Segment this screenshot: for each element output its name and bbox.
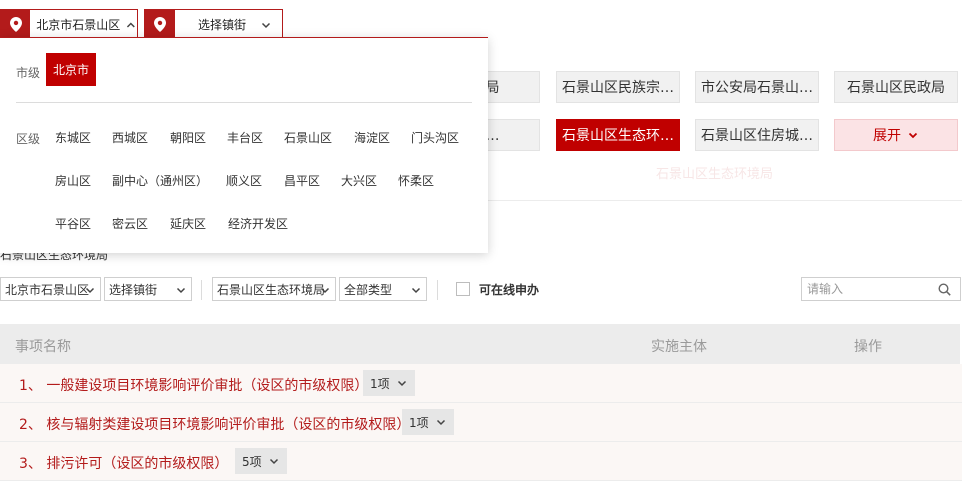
item-count: 1项 [409,415,429,430]
district-option-mentougou[interactable]: 门头沟区 [411,129,459,146]
district-option-shunyi[interactable]: 顺义区 [226,172,262,189]
chevron-down-icon [85,287,95,294]
district-level-label: 区级 [16,132,41,146]
dept-filter-value: 石景山区生态环境局 [217,282,326,297]
item-count: 5项 [242,454,262,469]
filter-divider [201,280,202,300]
chevron-down-icon [320,287,330,294]
district-option-pinggu[interactable]: 平谷区 [55,215,91,232]
dept-tooltip-ghost: 石景山区生态环境局 [656,167,774,182]
city-filter-select[interactable]: 北京市石景山区 [0,277,101,301]
filter-divider [437,280,438,300]
search-box [801,277,961,301]
district-option-yanqing[interactable]: 延庆区 [170,215,206,232]
item-count-toggle[interactable]: 1项 [363,370,415,396]
city-selector-value: 北京市石景山区 [36,18,121,32]
expand-button[interactable]: 展开 [834,119,958,151]
city-level-label: 市级 [16,66,41,80]
chevron-down-icon [411,287,421,294]
item-count-toggle[interactable]: 1项 [402,409,454,435]
district-option-huairou[interactable]: 怀柔区 [398,172,434,189]
district-option-dongcheng[interactable]: 东城区 [55,129,91,146]
district-option-xicheng[interactable]: 西城区 [112,129,148,146]
online-apply-checkbox[interactable] [456,282,470,296]
district-option-shijingshan[interactable]: 石景山区 [284,129,332,146]
table-row: 2、 核与辐射类建设项目环境影响评价审批（设区的市级权限） 1项 [0,403,962,442]
table-header: 事项名称 实施主体 操作 [0,324,960,364]
street-filter-select[interactable]: 选择镇街 [104,277,192,301]
dept-button-zhufang[interactable]: 石景山区住房城… [695,119,819,151]
dept-button-shengtai[interactable]: 石景山区生态环… [556,119,680,151]
district-option-tongzhou[interactable]: 副中心（通州区） [112,172,208,189]
item-name-link[interactable]: 1、 一般建设项目环境影响评价审批（设区的市级权限） [19,375,368,395]
district-option-chaoyang[interactable]: 朝阳区 [170,129,206,146]
region-dropdown: 市级 北京市 区级 东城区 西城区 朝阳区 丰台区 石景山区 海淀区 门头沟区 … [0,37,488,253]
column-header-subject: 实施主体 [651,339,707,355]
chevron-down-icon [176,287,186,294]
expand-button-label: 展开 [873,128,901,144]
table-row: 3、 排污许可（设区的市级权限） 5项 [0,442,962,481]
dept-button-gongan[interactable]: 市公安局石景山… [695,71,819,103]
dept-button-minzheng[interactable]: 石景山区民政局 [834,71,958,103]
district-option-haidian[interactable]: 海淀区 [354,129,390,146]
district-option-fangshan[interactable]: 房山区 [55,172,91,189]
district-option-jingkai[interactable]: 经济开发区 [228,215,288,232]
dept-button-minzu[interactable]: 石景山区民族宗… [556,71,680,103]
chevron-down-icon [908,132,918,139]
table-row: 1、 一般建设项目环境影响评价审批（设区的市级权限） 1项 [0,364,962,403]
district-option-miyun[interactable]: 密云区 [112,215,148,232]
district-option-daxing[interactable]: 大兴区 [341,172,377,189]
item-name-link[interactable]: 3、 排污许可（设区的市级权限） [19,453,228,473]
search-icon[interactable] [938,283,951,296]
map-pin-icon [145,10,175,39]
column-header-name: 事项名称 [15,339,71,355]
chevron-down-icon [261,22,271,28]
chevron-down-icon [269,458,278,465]
city-option-beijing[interactable]: 北京市 [46,53,96,86]
chevron-down-icon [397,380,406,387]
district-option-changping[interactable]: 昌平区 [284,172,320,189]
item-name-link[interactable]: 2、 核与辐射类建设项目环境影响评价审批（设区的市级权限） [19,414,410,434]
item-count-toggle[interactable]: 5项 [235,448,287,474]
item-count: 1项 [370,376,390,391]
map-pin-icon [1,10,31,39]
search-input[interactable] [802,278,930,300]
street-filter-value: 选择镇街 [109,282,158,297]
city-filter-value: 北京市石景山区 [5,282,90,297]
city-selector[interactable]: 北京市石景山区 [0,9,138,40]
chevron-down-icon [436,419,445,426]
online-apply-label: 可在线申办 [479,283,540,297]
dept-filter-select[interactable]: 石景山区生态环境局 [212,277,336,301]
type-filter-value: 全部类型 [344,282,393,297]
street-selector[interactable]: 选择镇街 [144,9,283,40]
region-divider [16,102,472,103]
chevron-up-icon [127,22,136,27]
district-option-fengtai[interactable]: 丰台区 [227,129,263,146]
street-selector-value: 选择镇街 [198,18,247,32]
column-header-action: 操作 [854,339,882,355]
type-filter-select[interactable]: 全部类型 [339,277,427,301]
